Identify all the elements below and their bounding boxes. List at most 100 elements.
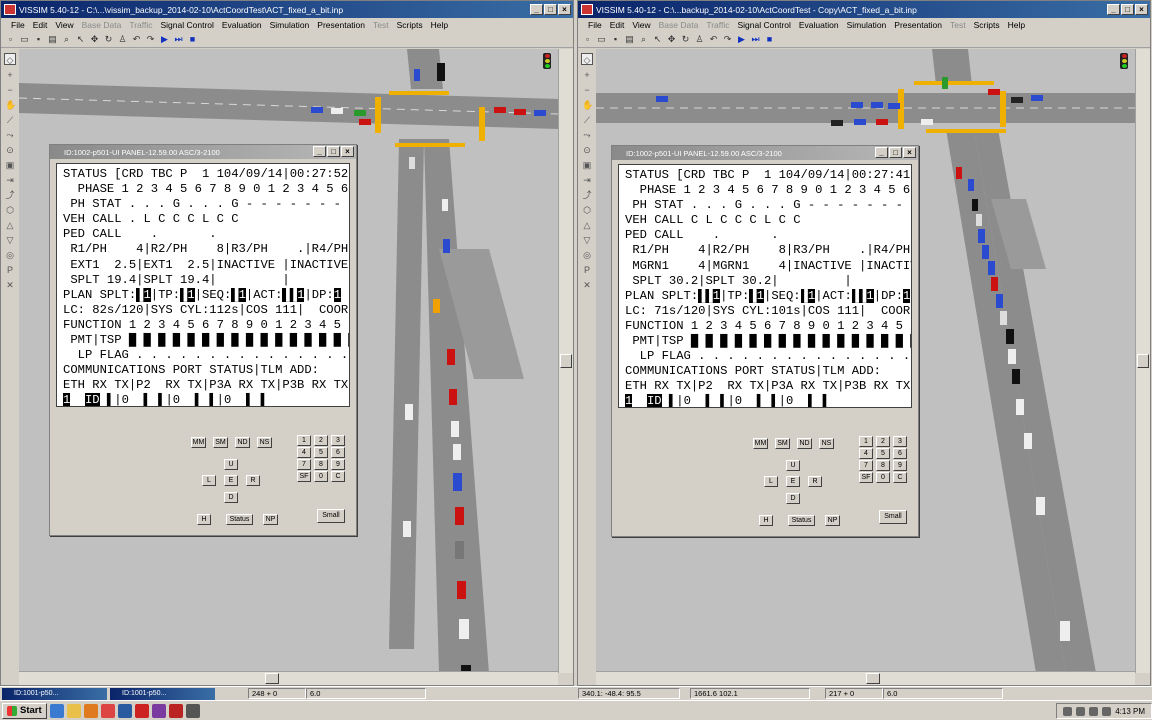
select-arrow-icon[interactable]: ↖ [652, 34, 663, 45]
maximize-button[interactable]: □ [544, 4, 557, 15]
down-key[interactable]: D [786, 493, 800, 504]
menu-scripts[interactable]: Scripts [397, 20, 423, 30]
panel-close-button[interactable]: × [903, 147, 916, 158]
sm-key[interactable]: SM [213, 437, 228, 448]
maximize-button[interactable]: □ [1121, 4, 1134, 15]
minimize-button[interactable]: _ [530, 4, 543, 15]
hand-icon[interactable]: ✋ [581, 98, 593, 110]
zoom-icon[interactable]: ⌕ [638, 34, 649, 45]
save-icon[interactable]: ▪ [610, 34, 621, 45]
window-title-bar[interactable]: VISSIM 5.40-12 - C:\...\vissim_backup_20… [1, 1, 573, 18]
delete-icon[interactable]: ✕ [581, 278, 593, 290]
menu-view[interactable]: View [632, 20, 650, 30]
num-key-7[interactable]: 7 [859, 460, 873, 471]
menu-test[interactable]: Test [373, 20, 389, 30]
panel-minimize-button[interactable]: _ [313, 146, 326, 157]
menu-help[interactable]: Help [1008, 20, 1025, 30]
right-key[interactable]: R [808, 476, 822, 487]
right-key[interactable]: R [246, 475, 260, 486]
undo-icon[interactable]: ↶ [131, 34, 142, 45]
num-key-0[interactable]: 0 [876, 472, 890, 483]
route-icon[interactable]: ⤴ [581, 188, 593, 200]
num-key-6[interactable]: 6 [893, 448, 907, 459]
menu-edit[interactable]: Edit [33, 20, 48, 30]
volume-icon[interactable] [1089, 706, 1099, 716]
outlook-icon[interactable] [117, 703, 132, 718]
parking-icon[interactable]: P [4, 263, 16, 275]
select-arrow-icon[interactable]: ↖ [75, 34, 86, 45]
num-key-3[interactable]: 3 [893, 436, 907, 447]
print-icon[interactable]: ▤ [624, 34, 635, 45]
small-button[interactable]: Small [879, 510, 907, 524]
zoom-in-icon[interactable]: + [4, 68, 16, 80]
panel-maximize-button[interactable]: □ [889, 147, 902, 158]
menu-evaluation[interactable]: Evaluation [222, 20, 262, 30]
num-key-7[interactable]: 7 [297, 459, 311, 470]
num-key-4[interactable]: 4 [297, 447, 311, 458]
num-key-2[interactable]: 2 [876, 436, 890, 447]
zoom-out-icon[interactable]: − [4, 83, 16, 95]
vehicle-input-icon[interactable]: ⇥ [4, 173, 16, 185]
window-title-bar[interactable]: VISSIM 5.40-12 - C:\...backup_2014-02-10… [578, 1, 1150, 18]
status-key[interactable]: Status [788, 515, 815, 526]
parking-icon[interactable]: P [581, 263, 593, 275]
small-button[interactable]: Small [317, 509, 345, 523]
links-icon[interactable]: ⟋ [4, 113, 16, 125]
num-key-6[interactable]: 6 [331, 447, 345, 458]
h-key[interactable]: H [197, 514, 211, 525]
left-key[interactable]: L [764, 476, 778, 487]
num-key-1[interactable]: 1 [297, 435, 311, 446]
nd-key[interactable]: ND [235, 437, 250, 448]
chrome-icon[interactable] [100, 703, 115, 718]
tray-app-icon[interactable] [1063, 706, 1073, 716]
signal-head-icon[interactable]: ⊙ [581, 143, 593, 155]
acrobat-icon[interactable] [134, 703, 149, 718]
np-key[interactable]: NP [263, 514, 278, 525]
panel-close-button[interactable]: × [341, 146, 354, 157]
menu-traffic[interactable]: Traffic [129, 20, 152, 30]
left-key[interactable]: L [202, 475, 216, 486]
delete-icon[interactable]: ✕ [4, 278, 16, 290]
stop-sign-icon[interactable]: ⬡ [4, 203, 16, 215]
route-icon[interactable]: ⤴ [4, 188, 16, 200]
clock[interactable]: 4:13 PM [1115, 707, 1145, 716]
ns-key[interactable]: NS [257, 437, 272, 448]
connector-icon[interactable]: ⤳ [4, 128, 16, 140]
start-button[interactable]: Start [2, 702, 47, 719]
print-icon[interactable]: ▤ [47, 34, 58, 45]
menu-edit[interactable]: Edit [610, 20, 625, 30]
play-icon[interactable]: ▶ [736, 34, 747, 45]
step-icon[interactable]: ⏭ [750, 34, 761, 45]
controller-taskbar-icon[interactable] [185, 703, 200, 718]
enter-key[interactable]: E [224, 475, 238, 486]
num-key-5[interactable]: 5 [314, 447, 328, 458]
speed-icon[interactable]: ◎ [4, 248, 16, 260]
minimized-panel-2[interactable]: ID:1001-p50... [110, 688, 215, 700]
menu-evaluation[interactable]: Evaluation [799, 20, 839, 30]
menu-help[interactable]: Help [431, 20, 448, 30]
vertical-scrollbar[interactable] [1135, 49, 1150, 673]
ie-icon[interactable] [49, 703, 64, 718]
close-button[interactable]: × [1135, 4, 1148, 15]
num-key-5[interactable]: 5 [876, 448, 890, 459]
priority-icon[interactable]: △ [4, 218, 16, 230]
menu-scripts[interactable]: Scripts [974, 20, 1000, 30]
select-tool-icon[interactable]: ◇ [4, 53, 16, 65]
down-key[interactable]: D [224, 492, 238, 503]
panel-maximize-button[interactable]: □ [327, 146, 340, 157]
num-key-8[interactable]: 8 [314, 459, 328, 470]
num-key-2[interactable]: 2 [314, 435, 328, 446]
horizontal-scrollbar[interactable] [596, 671, 1135, 685]
detector-icon[interactable]: ▣ [581, 158, 593, 170]
status-key[interactable]: Status [226, 514, 253, 525]
speed-icon[interactable]: ◎ [581, 248, 593, 260]
connector-icon[interactable]: ⤳ [581, 128, 593, 140]
menu-base-data[interactable]: Base Data [82, 20, 122, 30]
menu-simulation[interactable]: Simulation [270, 20, 310, 30]
nd-key[interactable]: ND [797, 438, 812, 449]
save-icon[interactable]: ▪ [33, 34, 44, 45]
vertical-scroll-thumb[interactable] [1137, 354, 1149, 368]
np-key[interactable]: NP [825, 515, 840, 526]
ns-key[interactable]: NS [819, 438, 834, 449]
pan-icon[interactable]: ✥ [89, 34, 100, 45]
